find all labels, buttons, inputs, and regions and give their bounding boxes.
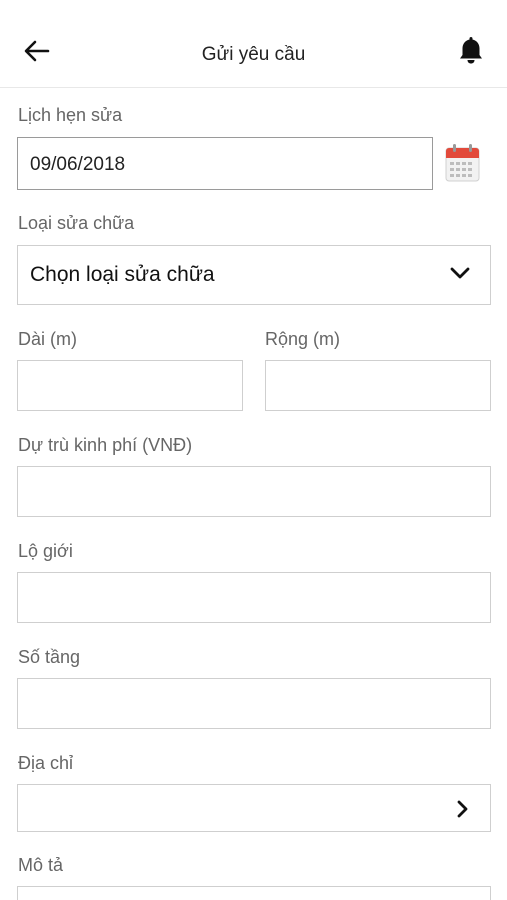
bell-icon[interactable] — [456, 34, 486, 66]
address-label: Địa chỉ — [18, 753, 74, 773]
appointment-date-value: 09/06/2018 — [30, 154, 126, 175]
road-boundary-label: Lộ giới — [18, 541, 73, 561]
width-input[interactable] — [265, 360, 491, 411]
chevron-right-icon — [457, 800, 468, 818]
app-header: Gửi yêu cầu — [0, 0, 507, 88]
repair-type-selected: Chọn loại sửa chữa — [30, 263, 215, 286]
floors-input[interactable] — [17, 678, 491, 729]
length-input[interactable] — [17, 360, 243, 411]
calendar-icon[interactable] — [445, 143, 480, 182]
chevron-down-icon — [450, 267, 470, 279]
repair-type-label: Loại sửa chữa — [18, 213, 135, 233]
address-selector[interactable] — [17, 784, 491, 832]
page-title: Gửi yêu cầu — [201, 44, 306, 65]
description-input[interactable] — [17, 886, 491, 900]
budget-label: Dự trù kinh phí (VNĐ) — [18, 435, 193, 455]
width-label: Rộng (m) — [265, 329, 341, 349]
budget-input[interactable] — [17, 466, 491, 517]
road-boundary-input[interactable] — [17, 572, 491, 623]
repair-type-select[interactable]: Chọn loại sửa chữa — [17, 245, 491, 305]
description-label: Mô tả — [18, 855, 64, 875]
appointment-date-field[interactable]: 09/06/2018 — [17, 137, 433, 190]
floors-label: Số tầng — [18, 647, 81, 667]
appointment-label: Lịch hẹn sửa — [18, 105, 123, 125]
length-label: Dài (m) — [18, 329, 77, 349]
